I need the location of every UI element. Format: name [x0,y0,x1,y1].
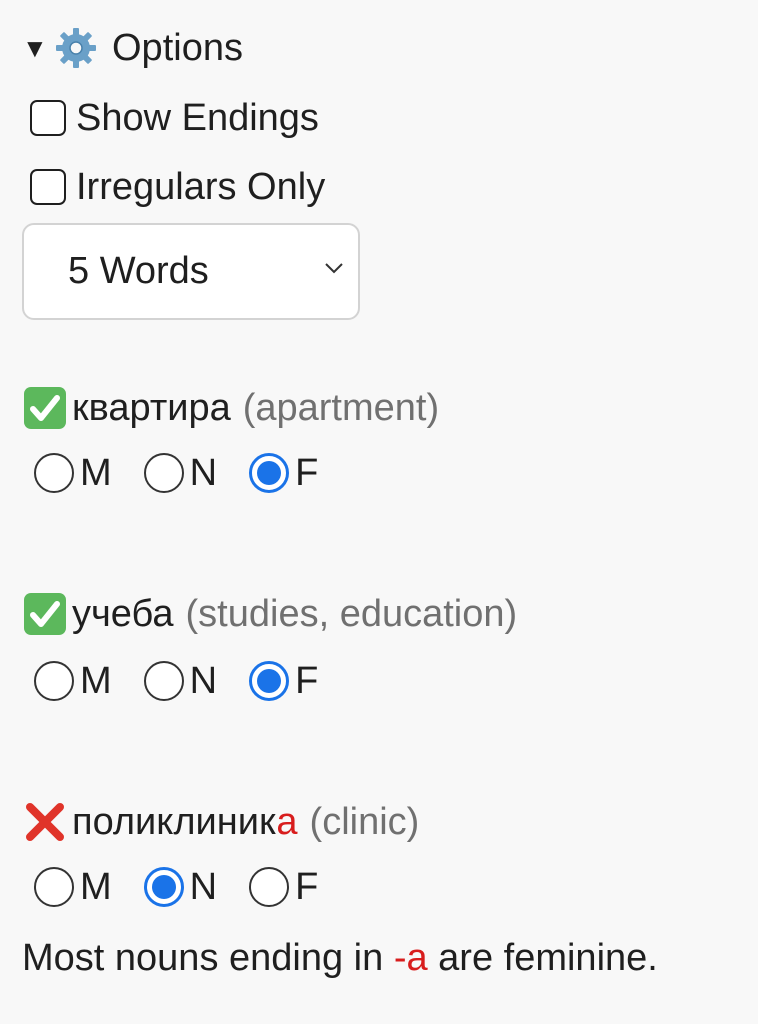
gender-option-n[interactable]: N [143,659,218,703]
gender-label-n: N [189,865,218,908]
gender-option-n[interactable]: N [143,865,218,909]
gender-option-f[interactable]: F [249,866,318,909]
hint-ending-highlight: -a [393,936,428,979]
gender-label-n: N [189,451,218,494]
word-translation: (apartment) [242,386,440,429]
gender-radio-m[interactable] [34,867,74,907]
gender-label-m: M [80,659,112,702]
word-translation: (clinic) [309,800,420,843]
irregulars-only-option[interactable]: Irregulars Only [30,162,325,212]
options-toggle[interactable]: ▼ Options [22,22,243,74]
gear-icon [56,28,96,68]
gender-radio-f[interactable] [249,661,290,701]
gender-label-f: F [295,451,319,494]
show-endings-checkbox[interactable] [30,100,66,136]
gender-label-f: F [295,865,319,908]
gender-radio-group: M N F [34,862,350,912]
gender-radio-m[interactable] [34,453,74,493]
cross-mark-icon [26,803,64,841]
word-ending-highlight: а [276,800,298,843]
word-item: квартира (apartment) [22,382,439,434]
word-translation: (studies, education) [185,592,518,635]
gender-radio-f[interactable] [249,867,290,907]
expanded-triangle-icon: ▼ [22,32,48,63]
gender-option-m[interactable]: M [34,866,112,909]
gender-radio-group: M N F [34,656,350,706]
gender-option-n[interactable]: N [143,451,218,495]
gender-option-m[interactable]: M [34,452,112,495]
word-text: поликлиника [72,801,298,844]
gender-radio-m[interactable] [34,661,74,701]
gender-radio-n[interactable] [143,661,184,701]
gender-label-f: F [295,659,319,702]
show-endings-option[interactable]: Show Endings [30,93,319,143]
word-item: учеба (studies, education) [22,588,517,640]
gender-option-f[interactable]: F [249,660,318,703]
gender-radio-n[interactable] [143,867,184,907]
options-label: Options [112,26,243,69]
word-text: учеба [72,592,174,635]
word-stem: поликлиник [72,800,277,843]
hint-suffix: are feminine. [427,936,658,979]
gender-option-m[interactable]: M [34,660,112,703]
check-mark-icon [24,593,66,635]
gender-option-f[interactable]: F [249,452,318,495]
page: ▼ Options Show Endings Irregulars Only 5… [0,0,758,1024]
word-text: квартира [72,386,231,429]
show-endings-label: Show Endings [76,96,319,139]
hint-text: Most nouns ending in -a are feminine. [22,932,658,984]
gender-label-m: M [80,451,112,494]
gender-label-m: M [80,865,112,908]
irregulars-only-checkbox[interactable] [30,169,66,205]
word-count-selected: 5 Words [68,250,209,292]
gender-label-n: N [189,659,218,702]
gender-radio-f[interactable] [249,453,290,493]
word-count-select[interactable]: 5 Words [22,223,360,320]
word-item: поликлиника (clinic) [22,796,419,848]
chevron-down-icon [325,263,343,274]
irregulars-only-label: Irregulars Only [76,165,326,208]
gender-radio-n[interactable] [143,453,184,493]
hint-prefix: Most nouns ending in [22,936,394,979]
gender-radio-group: M N F [34,448,350,498]
check-mark-icon [24,387,66,429]
